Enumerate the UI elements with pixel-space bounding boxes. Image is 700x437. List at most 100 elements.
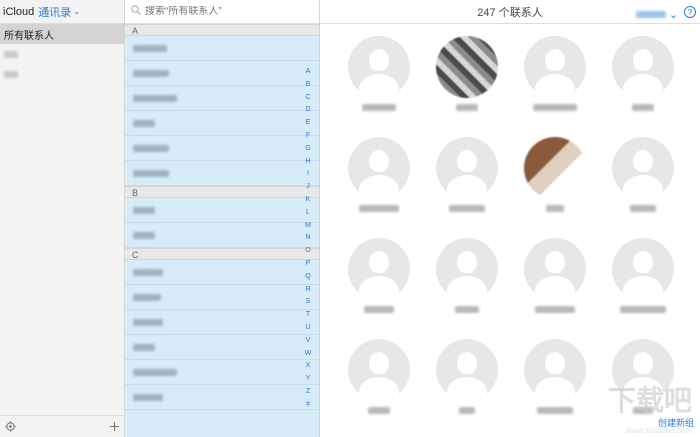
index-letter[interactable]: S — [306, 296, 311, 309]
search-input[interactable] — [145, 6, 295, 17]
avatar-placeholder-icon — [524, 238, 586, 300]
contact-name-blurred — [133, 144, 169, 152]
list-item[interactable] — [125, 360, 319, 385]
contact-card[interactable] — [524, 36, 586, 111]
contact-card[interactable] — [612, 137, 674, 212]
contact-name-blurred — [533, 104, 577, 111]
contact-grid — [348, 36, 674, 414]
index-letter[interactable]: Z — [306, 386, 310, 399]
groups-sidebar: iCloud 通讯录 ⌄ 所有联系人 — [0, 0, 125, 437]
contact-card[interactable] — [348, 339, 410, 414]
group-label: 所有联系人 — [4, 30, 54, 42]
list-item[interactable] — [125, 198, 319, 223]
contact-name-blurred — [535, 306, 575, 313]
index-letter[interactable]: G — [305, 143, 310, 156]
index-letter[interactable]: A — [306, 66, 311, 79]
index-letter[interactable]: P — [306, 258, 311, 271]
contact-card[interactable] — [524, 238, 586, 313]
index-letter[interactable]: X — [306, 360, 311, 373]
plus-icon[interactable] — [109, 421, 120, 432]
list-item[interactable] — [125, 310, 319, 335]
list-item[interactable] — [125, 335, 319, 360]
create-group-link[interactable]: 创建新组 — [658, 416, 694, 429]
contacts-menu[interactable]: 通讯录 ⌄ — [38, 4, 80, 20]
contact-card[interactable] — [348, 137, 410, 212]
index-letter[interactable]: E — [306, 117, 311, 130]
contact-name-blurred — [449, 205, 485, 212]
account-menu[interactable]: ⌄ — [635, 8, 678, 21]
index-letter[interactable]: L — [306, 207, 310, 220]
contact-name-blurred — [630, 205, 656, 212]
index-letter[interactable]: W — [305, 348, 312, 361]
sidebar-footer — [0, 415, 125, 437]
list-item[interactable] — [125, 136, 319, 161]
list-item[interactable] — [125, 385, 319, 410]
contact-name-blurred — [620, 306, 666, 313]
list-item[interactable] — [125, 36, 319, 61]
index-letter[interactable]: K — [306, 194, 311, 207]
avatar-placeholder-icon — [348, 137, 410, 199]
index-letter[interactable]: U — [305, 322, 310, 335]
section-header-c: C — [125, 248, 319, 260]
avatar-placeholder-icon — [436, 339, 498, 401]
index-letter[interactable]: # — [306, 399, 310, 412]
index-letter[interactable]: J — [306, 181, 310, 194]
contact-list-pane: A B C A B C D E F G H I J K L M N O P Q … — [125, 0, 320, 437]
avatar-placeholder-icon — [524, 339, 586, 401]
index-letter[interactable]: C — [305, 92, 310, 105]
contact-card[interactable] — [612, 238, 674, 313]
contact-name-blurred — [133, 206, 155, 214]
index-letter[interactable]: V — [306, 335, 311, 348]
index-letter[interactable]: T — [306, 309, 310, 322]
contact-name-blurred — [632, 104, 654, 111]
avatar-placeholder-icon — [348, 339, 410, 401]
list-item[interactable] — [125, 86, 319, 111]
list-item[interactable] — [125, 111, 319, 136]
contact-card[interactable] — [436, 36, 498, 111]
group-item[interactable] — [0, 44, 124, 64]
watermark-logo: 下载吧 — [607, 385, 692, 416]
contact-name-blurred — [133, 343, 155, 351]
contact-name-blurred — [455, 306, 479, 313]
index-letter[interactable]: N — [305, 232, 310, 245]
contact-name-blurred — [133, 69, 169, 77]
list-item[interactable] — [125, 223, 319, 248]
index-letter[interactable]: R — [305, 284, 310, 297]
contact-card[interactable] — [348, 238, 410, 313]
contact-card[interactable] — [524, 137, 586, 212]
account-name-blurred — [635, 11, 666, 18]
contact-count-title: 247 个联系人 — [477, 6, 543, 19]
list-item[interactable] — [125, 61, 319, 86]
list-item[interactable] — [125, 260, 319, 285]
contact-name-blurred — [133, 169, 169, 177]
contact-card[interactable] — [348, 36, 410, 111]
contact-card[interactable] — [524, 339, 586, 414]
help-icon[interactable]: ? — [684, 6, 696, 18]
group-all-contacts[interactable]: 所有联系人 — [0, 24, 124, 44]
contact-name-blurred — [133, 44, 167, 52]
index-letter[interactable]: H — [305, 156, 310, 169]
contact-card[interactable] — [436, 339, 498, 414]
contact-name-blurred — [133, 94, 177, 102]
index-letter[interactable]: D — [305, 104, 310, 117]
contact-card[interactable] — [436, 137, 498, 212]
contact-name-blurred — [359, 205, 399, 212]
index-letter[interactable]: I — [307, 168, 309, 181]
contact-card[interactable] — [612, 36, 674, 111]
index-letter[interactable]: M — [305, 220, 311, 233]
avatar-placeholder-icon — [348, 238, 410, 300]
index-letter[interactable]: B — [306, 79, 311, 92]
list-item[interactable] — [125, 285, 319, 310]
gear-icon[interactable] — [5, 421, 16, 432]
index-letter[interactable]: F — [306, 130, 310, 143]
index-letter[interactable]: O — [305, 245, 310, 258]
index-letter[interactable]: Q — [305, 271, 310, 284]
contact-name-blurred — [133, 393, 163, 401]
contact-card[interactable] — [436, 238, 498, 313]
list-item[interactable] — [125, 161, 319, 186]
index-letter[interactable]: Y — [306, 373, 311, 386]
search-bar[interactable] — [125, 0, 319, 24]
group-item[interactable] — [0, 64, 124, 84]
main-header: 247 个联系人 ⌄ ? — [320, 0, 700, 24]
app-brand: iCloud — [3, 5, 35, 18]
